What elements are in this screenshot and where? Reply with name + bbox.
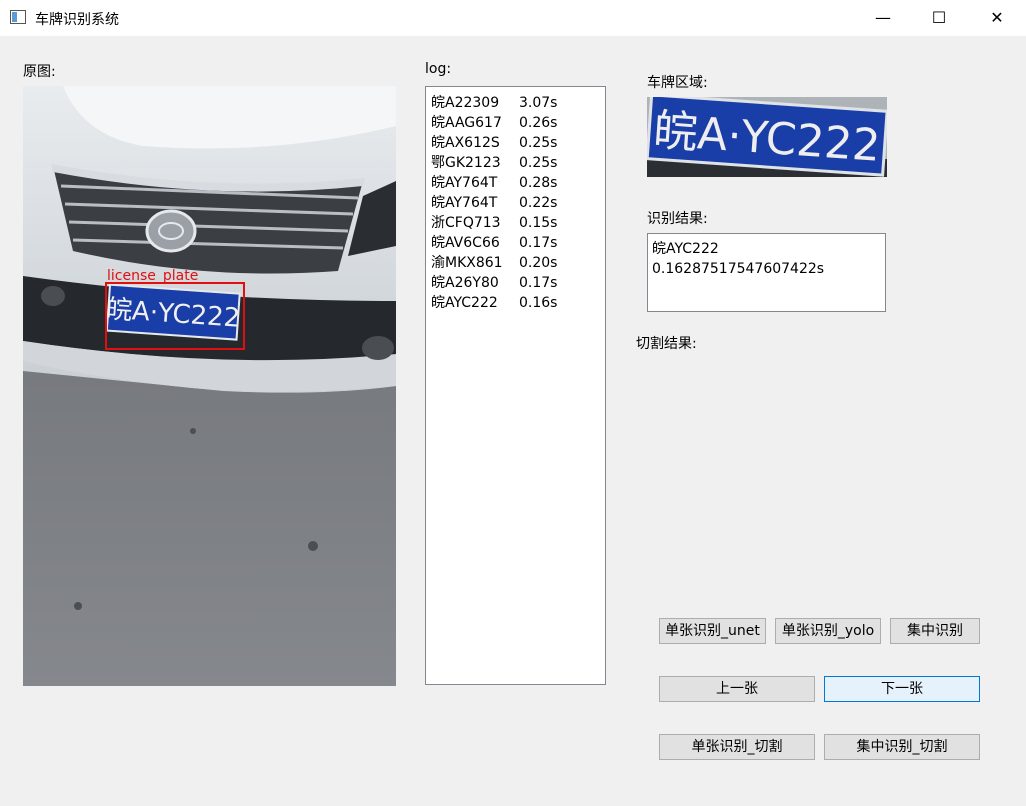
plate-region-label: 车牌区域: xyxy=(647,75,708,91)
log-time: 0.25s xyxy=(519,135,558,151)
result-plate: 皖AYC222 xyxy=(652,241,719,257)
title-bar: 车牌识别系统 — ☐ ✕ xyxy=(0,0,1026,36)
log-row[interactable]: 皖AY764T 0.28s xyxy=(431,173,605,193)
log-row[interactable]: 浙CFQ713 0.15s xyxy=(431,213,605,233)
batch-recognize-segment-button[interactable]: 集中识别_切割 xyxy=(824,734,980,760)
window-title: 车牌识别系统 xyxy=(35,12,119,28)
log-plate: 鄂GK2123 xyxy=(431,155,501,171)
plate-region-image: 皖A·YC222 xyxy=(647,97,887,177)
close-button[interactable]: ✕ xyxy=(974,0,1020,36)
log-time: 0.20s xyxy=(519,255,558,271)
log-row[interactable]: 皖A22309 3.07s xyxy=(431,93,605,113)
log-plate: 皖AAG617 xyxy=(431,115,502,131)
log-time: 0.17s xyxy=(519,275,558,291)
result-textbox[interactable]: 皖AYC222 0.16287517547607422s xyxy=(647,233,886,312)
log-plate: 渝MKX861 xyxy=(431,255,503,271)
batch-recognize-button[interactable]: 集中识别 xyxy=(890,618,980,644)
next-button[interactable]: 下一张 xyxy=(824,676,980,702)
detection-label: license_plate xyxy=(107,268,199,284)
log-row[interactable]: 鄂GK2123 0.25s xyxy=(431,153,605,173)
single-recognize-segment-button[interactable]: 单张识别_切割 xyxy=(659,734,815,760)
log-time: 0.25s xyxy=(519,155,558,171)
single-recognize-unet-button[interactable]: 单张识别_unet xyxy=(659,618,766,644)
log-plate: 浙CFQ713 xyxy=(431,215,501,231)
log-time: 0.15s xyxy=(519,215,558,231)
log-plate: 皖AY764T xyxy=(431,195,498,211)
log-row[interactable]: 皖A26Y80 0.17s xyxy=(431,273,605,293)
maximize-button[interactable]: ☐ xyxy=(916,0,962,36)
segment-result-label: 切割结果: xyxy=(636,336,697,352)
original-image: 皖A·YC222 license_plate xyxy=(23,86,396,686)
minimize-button[interactable]: — xyxy=(860,0,906,36)
single-recognize-yolo-button[interactable]: 单张识别_yolo xyxy=(775,618,881,644)
log-row[interactable]: 皖AY764T 0.22s xyxy=(431,193,605,213)
log-time: 0.17s xyxy=(519,235,558,251)
log-time: 0.22s xyxy=(519,195,558,211)
log-row[interactable]: 皖AAG617 0.26s xyxy=(431,113,605,133)
result-label: 识别结果: xyxy=(647,211,708,227)
log-time: 0.28s xyxy=(519,175,558,191)
log-plate: 皖AY764T xyxy=(431,175,498,191)
log-time: 3.07s xyxy=(519,95,558,111)
log-row[interactable]: 皖AV6C66 0.17s xyxy=(431,233,605,253)
log-plate: 皖AV6C66 xyxy=(431,235,500,251)
log-time: 0.16s xyxy=(519,295,558,311)
log-plate: 皖AYC222 xyxy=(431,295,498,311)
log-plate: 皖A26Y80 xyxy=(431,275,499,291)
result-time: 0.16287517547607422s xyxy=(652,261,825,277)
log-row[interactable]: 皖AX612S 0.25s xyxy=(431,133,605,153)
log-plate: 皖A22309 xyxy=(431,95,500,111)
app-icon xyxy=(10,10,26,24)
log-row[interactable]: 渝MKX861 0.20s xyxy=(431,253,605,273)
original-image-label: 原图: xyxy=(23,64,56,80)
prev-button[interactable]: 上一张 xyxy=(659,676,815,702)
log-label: log: xyxy=(425,61,452,77)
log-plate: 皖AX612S xyxy=(431,135,500,151)
log-time: 0.26s xyxy=(519,115,558,131)
log-row[interactable]: 皖AYC222 0.16s xyxy=(431,293,605,313)
log-list[interactable]: 皖A22309 3.07s 皖AAG617 0.26s 皖AX612S 0.25s 鄂GK2… xyxy=(425,86,606,685)
